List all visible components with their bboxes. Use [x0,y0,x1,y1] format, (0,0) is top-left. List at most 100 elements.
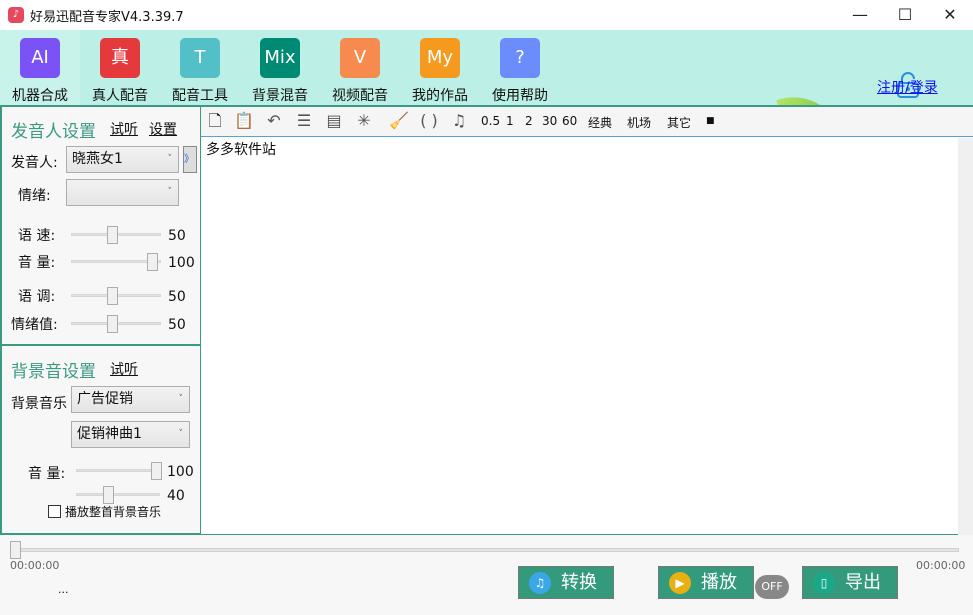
effect-1-button[interactable]: 机场 [627,114,651,131]
bg-volume-label: 音 量: [28,466,66,482]
pause-3-button[interactable]: 30 [542,114,557,128]
broom-icon[interactable]: 🧹 [389,111,409,131]
sparkle-icon[interactable]: ✳ [354,111,374,131]
music-note-icon[interactable]: ♫ [449,111,469,131]
bg-category-value: 广告促销 [77,391,133,407]
play-icon: ▶ [669,572,691,594]
slider-label: 情绪值: [11,317,58,333]
total-time: 00:00:00 [916,559,966,572]
nav-item-4[interactable]: V 视频配音 [320,30,400,105]
slider-thumb[interactable] [106,287,118,305]
loop-checkbox[interactable] [48,505,61,518]
pause-1-button[interactable]: 1 [506,114,514,128]
effect-0-button[interactable]: 经典 [588,114,612,131]
stop-button[interactable]: ■ [706,116,715,126]
minimize-button[interactable]: — [848,4,872,26]
bg-second-slider[interactable] [76,486,160,504]
speaker-label: 发音人: [11,155,58,171]
effect-2-button[interactable]: 其它 [667,114,691,131]
speaker-value: 晓燕女1 [72,151,123,167]
vertical-scrollbar[interactable] [958,138,973,535]
nav-icon: V [340,38,380,78]
seek-thumb[interactable] [10,541,21,559]
paste-icon[interactable]: 📋 [234,111,254,131]
voice-slider[interactable] [71,287,161,305]
login-link[interactable]: 注册/登录 [877,77,938,97]
nav-icon: AI [20,38,60,78]
voice-settings-link[interactable]: 设置 [149,119,177,139]
loop-label: 播放整首背景音乐 [65,505,162,519]
pause-2-button[interactable]: 2 [525,114,533,128]
nav-label: 配音工具 [172,88,228,104]
save-icon[interactable]: ▤ [324,111,344,131]
slider-thumb[interactable] [102,486,114,504]
app-icon: ♪ [8,7,24,23]
status-text: ... [58,583,69,596]
voice-slider[interactable] [71,226,161,244]
nav-item-5[interactable]: My 我的作品 [400,30,480,105]
bg-track-select[interactable]: 促销神曲1 ˅ [71,421,190,448]
nav-item-6[interactable]: ? 使用帮助 [480,30,560,105]
music-icon: ♫ [529,572,551,594]
slider-thumb[interactable] [106,226,118,244]
voice-preview-link[interactable]: 试听 [110,119,138,139]
list-icon[interactable]: ☰ [294,111,314,131]
pause-0-button[interactable]: 0.5 [481,114,500,128]
toggle-switch[interactable]: OFF [755,575,789,599]
emotion-label: 情绪: [18,188,51,204]
title-bar: ♪ 好易迅配音专家V4.3.39.7 — ☐ ✕ [0,0,973,30]
bg-category-select[interactable]: 广告促销 ˅ [71,386,190,413]
maximize-button[interactable]: ☐ [893,4,917,26]
leaf-decoration [776,83,844,105]
editor-text[interactable]: 多多软件站 [206,139,276,159]
nav-label: 真人配音 [92,88,148,104]
nav-label: 背景混音 [252,88,308,104]
nav-item-1[interactable]: 真真人配音 [80,30,160,105]
nav-label: 视频配音 [332,88,388,104]
slider-thumb[interactable] [106,315,118,333]
slider-value: 100 [168,255,195,271]
new-document-icon[interactable]: 🗋 [205,111,225,131]
play-button[interactable]: ▶ 播放 [658,566,754,599]
slider-label: 语 调: [18,289,56,305]
chevron-down-icon: ˅ [167,187,173,197]
nav-item-0[interactable]: AI 机器合成 [0,30,80,105]
section-divider [0,344,201,346]
bg-music-label: 背景音乐 [11,396,67,412]
nav-icon: ? [500,38,540,78]
slider-value: 50 [168,228,186,244]
convert-label: 转换 [561,572,597,593]
close-button[interactable]: ✕ [938,4,962,26]
text-editor: 🗋 📋 ↶ ☰ ▤ ✳ 🧹 ( ) ♫ 0.5 1 2 30 60 经典 机场 其它 ■ 多多软… [201,105,973,535]
bg-second-value: 40 [167,488,185,504]
nav-label: 我的作品 [412,88,468,104]
header: AI 机器合成真真人配音 T 配音工具 Mix 背景混音 V 视频配音 My 我的作品? 使用帮助 … [0,30,973,105]
slider-thumb[interactable] [147,253,158,271]
parentheses-icon[interactable]: ( ) [419,111,439,131]
slider-label: 音 量: [18,255,56,271]
speaker-select[interactable]: 晓燕女1 ˅ [66,146,179,173]
window-title: 好易迅配音专家V4.3.39.7 [30,10,184,25]
bg-preview-link[interactable]: 试听 [110,359,138,379]
voice-slider[interactable] [71,315,161,333]
bg-volume-slider[interactable] [76,462,162,480]
slider-thumb[interactable] [150,462,162,480]
nav-item-2[interactable]: T 配音工具 [160,30,240,105]
seek-bar[interactable] [10,548,959,552]
settings-panel: 发音人设置 试听 设置 发音人: 晓燕女1 ˅ 》 情绪: ˅ 语 速: 50 音 … [0,105,201,535]
bg-volume-value: 100 [167,464,194,480]
expand-speaker-button[interactable]: 》 [183,146,197,173]
nav-icon: T [180,38,220,78]
slider-value: 50 [168,317,186,333]
emotion-select[interactable]: ˅ [66,179,179,206]
undo-icon[interactable]: ↶ [264,111,284,131]
chevron-down-icon: ˅ [167,154,173,164]
nav-item-3[interactable]: Mix 背景混音 [240,30,320,105]
editor-toolbar: 🗋 📋 ↶ ☰ ▤ ✳ 🧹 ( ) ♫ 0.5 1 2 30 60 经典 机场 其它 ■ [201,107,973,137]
export-icon: ▯ [813,572,835,594]
voice-slider[interactable] [71,253,161,271]
chevron-down-icon: ˅ [178,394,184,404]
pause-4-button[interactable]: 60 [562,114,577,128]
convert-button[interactable]: ♫ 转换 [518,566,614,599]
export-button[interactable]: ▯ 导出 [802,566,898,599]
